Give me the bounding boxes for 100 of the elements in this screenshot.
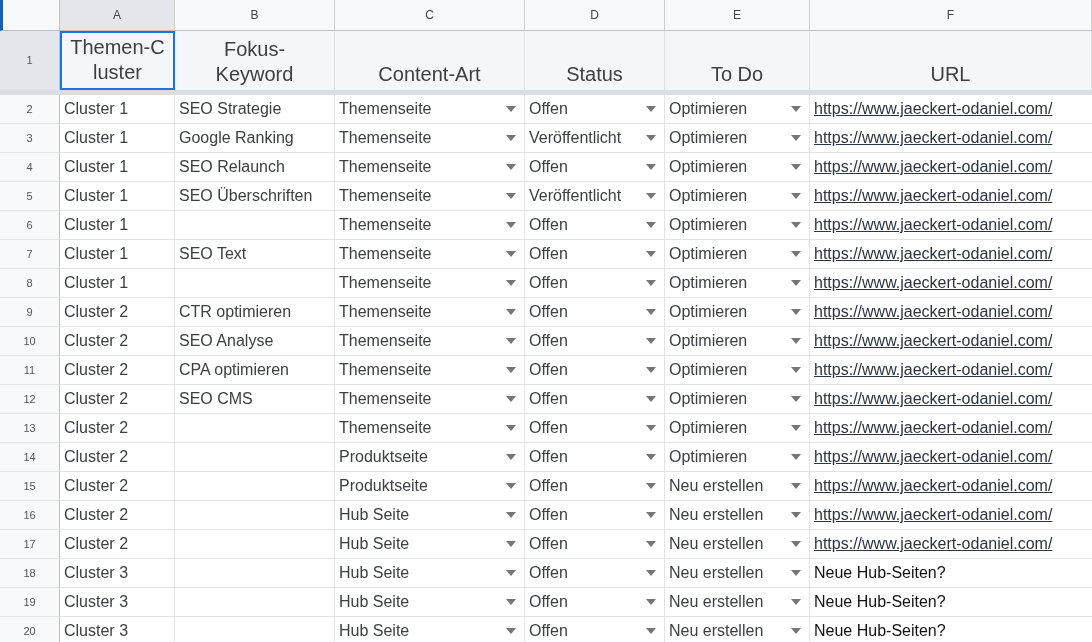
dropdown-cell[interactable]: Neu erstellen xyxy=(665,501,810,530)
dropdown-cell[interactable]: Offen xyxy=(525,530,665,559)
table-cell[interactable]: SEO Strategie xyxy=(175,95,335,124)
row-header[interactable]: 14 xyxy=(0,443,60,472)
dropdown-cell[interactable]: Offen xyxy=(525,95,665,124)
url-link[interactable]: https://www.jaeckert-odaniel.com/ xyxy=(814,187,1053,205)
dropdown-cell[interactable]: Offen xyxy=(525,269,665,298)
header-cell[interactable]: URL xyxy=(810,31,1092,90)
table-cell[interactable]: Cluster 2 xyxy=(60,356,175,385)
dropdown-cell[interactable]: Hub Seite xyxy=(335,501,525,530)
dropdown-cell[interactable]: Themenseite xyxy=(335,95,525,124)
header-cell[interactable]: Status xyxy=(525,31,665,90)
row-header[interactable]: 6 xyxy=(0,211,60,240)
column-header[interactable]: F xyxy=(810,0,1092,31)
row-header[interactable]: 10 xyxy=(0,327,60,356)
dropdown-cell[interactable]: Themenseite xyxy=(335,414,525,443)
table-cell[interactable]: Cluster 2 xyxy=(60,472,175,501)
dropdown-cell[interactable]: Neu erstellen xyxy=(665,588,810,617)
table-cell[interactable]: SEO Relaunch xyxy=(175,153,335,182)
column-header[interactable]: E xyxy=(665,0,810,31)
table-cell[interactable]: Cluster 1 xyxy=(60,124,175,153)
table-cell[interactable]: CPA optimieren xyxy=(175,356,335,385)
table-cell[interactable]: SEO Analyse xyxy=(175,327,335,356)
table-cell[interactable]: Cluster 2 xyxy=(60,298,175,327)
dropdown-cell[interactable]: Offen xyxy=(525,211,665,240)
dropdown-cell[interactable]: Neu erstellen xyxy=(665,530,810,559)
table-cell[interactable]: Cluster 2 xyxy=(60,443,175,472)
row-header[interactable]: 8 xyxy=(0,269,60,298)
row-header[interactable]: 16 xyxy=(0,501,60,530)
row-header[interactable]: 3 xyxy=(0,124,60,153)
url-link[interactable]: https://www.jaeckert-odaniel.com/ xyxy=(814,303,1053,321)
table-cell[interactable]: Neue Hub-Seiten? xyxy=(814,593,946,611)
dropdown-cell[interactable]: Themenseite xyxy=(335,356,525,385)
row-header[interactable]: 7 xyxy=(0,240,60,269)
select-all-corner[interactable] xyxy=(0,0,60,31)
empty-cell[interactable] xyxy=(175,269,335,298)
header-cell[interactable]: To Do xyxy=(665,31,810,90)
dropdown-cell[interactable]: Themenseite xyxy=(335,298,525,327)
dropdown-cell[interactable]: Produktseite xyxy=(335,443,525,472)
dropdown-cell[interactable]: Optimieren xyxy=(665,327,810,356)
dropdown-cell[interactable]: Optimieren xyxy=(665,414,810,443)
column-header[interactable]: C xyxy=(335,0,525,31)
row-header[interactable]: 4 xyxy=(0,153,60,182)
row-header[interactable]: 15 xyxy=(0,472,60,501)
row-header[interactable]: 11 xyxy=(0,356,60,385)
dropdown-cell[interactable]: Neu erstellen xyxy=(665,617,810,642)
table-cell[interactable]: Cluster 1 xyxy=(60,95,175,124)
url-link[interactable]: https://www.jaeckert-odaniel.com/ xyxy=(814,274,1053,292)
url-link[interactable]: https://www.jaeckert-odaniel.com/ xyxy=(814,245,1053,263)
dropdown-cell[interactable]: Optimieren xyxy=(665,269,810,298)
row-header[interactable]: 19 xyxy=(0,588,60,617)
column-header[interactable]: D xyxy=(525,0,665,31)
header-cell[interactable]: Themen-C luster xyxy=(60,31,175,90)
dropdown-cell[interactable]: Hub Seite xyxy=(335,617,525,642)
dropdown-cell[interactable]: Neu erstellen xyxy=(665,472,810,501)
dropdown-cell[interactable]: Themenseite xyxy=(335,153,525,182)
dropdown-cell[interactable]: Optimieren xyxy=(665,385,810,414)
dropdown-cell[interactable]: Neu erstellen xyxy=(665,559,810,588)
row-header[interactable]: 12 xyxy=(0,385,60,414)
dropdown-cell[interactable]: Themenseite xyxy=(335,182,525,211)
dropdown-cell[interactable]: Offen xyxy=(525,559,665,588)
dropdown-cell[interactable]: Optimieren xyxy=(665,95,810,124)
table-cell[interactable]: Cluster 2 xyxy=(60,501,175,530)
table-cell[interactable]: SEO Überschriften xyxy=(175,182,335,211)
table-cell[interactable]: Cluster 3 xyxy=(60,617,175,642)
empty-cell[interactable] xyxy=(175,414,335,443)
dropdown-cell[interactable]: Hub Seite xyxy=(335,559,525,588)
row-header[interactable]: 17 xyxy=(0,530,60,559)
column-header[interactable]: B xyxy=(175,0,335,31)
empty-cell[interactable] xyxy=(175,559,335,588)
dropdown-cell[interactable]: Offen xyxy=(525,356,665,385)
dropdown-cell[interactable]: Offen xyxy=(525,443,665,472)
column-header[interactable]: A xyxy=(60,0,175,31)
dropdown-cell[interactable]: Offen xyxy=(525,327,665,356)
url-link[interactable]: https://www.jaeckert-odaniel.com/ xyxy=(814,361,1053,379)
table-cell[interactable]: Cluster 1 xyxy=(60,153,175,182)
table-cell[interactable]: Google Ranking xyxy=(175,124,335,153)
row-header[interactable]: 20 xyxy=(0,617,60,642)
dropdown-cell[interactable]: Offen xyxy=(525,472,665,501)
url-link[interactable]: https://www.jaeckert-odaniel.com/ xyxy=(814,158,1053,176)
dropdown-cell[interactable]: Themenseite xyxy=(335,240,525,269)
dropdown-cell[interactable]: Optimieren xyxy=(665,240,810,269)
dropdown-cell[interactable]: Optimieren xyxy=(665,356,810,385)
dropdown-cell[interactable]: Optimieren xyxy=(665,153,810,182)
row-header[interactable]: 5 xyxy=(0,182,60,211)
url-link[interactable]: https://www.jaeckert-odaniel.com/ xyxy=(814,129,1053,147)
url-link[interactable]: https://www.jaeckert-odaniel.com/ xyxy=(814,100,1053,118)
table-cell[interactable]: Neue Hub-Seiten? xyxy=(814,564,946,582)
table-cell[interactable]: CTR optimieren xyxy=(175,298,335,327)
dropdown-cell[interactable]: Offen xyxy=(525,588,665,617)
url-link[interactable]: https://www.jaeckert-odaniel.com/ xyxy=(814,419,1053,437)
dropdown-cell[interactable]: Offen xyxy=(525,240,665,269)
url-link[interactable]: https://www.jaeckert-odaniel.com/ xyxy=(814,448,1053,466)
empty-cell[interactable] xyxy=(175,472,335,501)
dropdown-cell[interactable]: Offen xyxy=(525,501,665,530)
empty-cell[interactable] xyxy=(175,501,335,530)
dropdown-cell[interactable]: Hub Seite xyxy=(335,588,525,617)
table-cell[interactable]: Cluster 1 xyxy=(60,269,175,298)
dropdown-cell[interactable]: Themenseite xyxy=(335,211,525,240)
dropdown-cell[interactable]: Optimieren xyxy=(665,211,810,240)
